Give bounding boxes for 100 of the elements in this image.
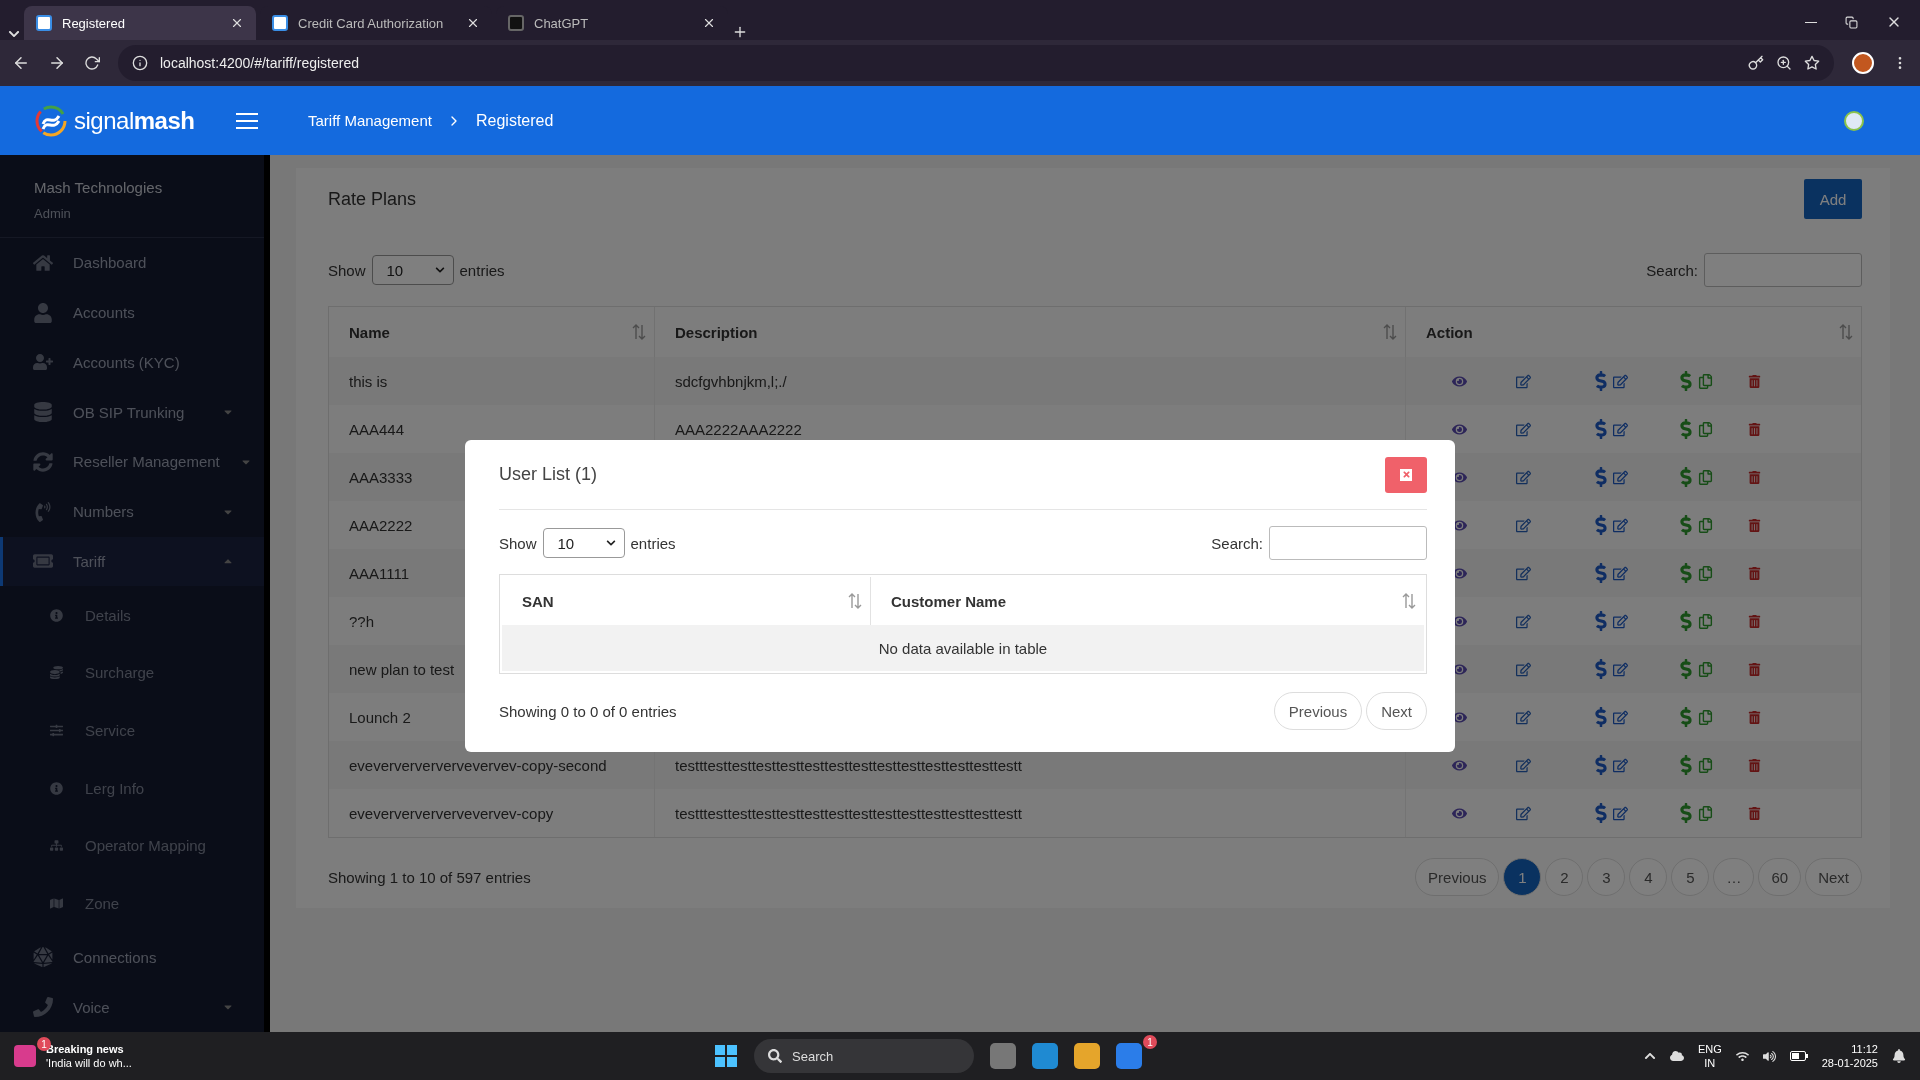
profile-avatar[interactable] xyxy=(1852,52,1874,74)
volume-icon xyxy=(1762,1049,1776,1063)
favicon-icon xyxy=(36,15,52,31)
breadcrumb-link[interactable]: Registered xyxy=(475,111,554,130)
app-icon[interactable] xyxy=(990,1043,1016,1069)
phone-icon xyxy=(33,501,53,522)
chevron-down-icon xyxy=(605,538,616,548)
sidebar-item[interactable]: Numbers xyxy=(0,486,264,537)
column-header[interactable]: Customer Name xyxy=(871,577,1424,625)
star-icon xyxy=(1804,55,1820,71)
search-label: Search: xyxy=(1211,534,1263,552)
new-tab-icon xyxy=(732,24,748,40)
page-button[interactable]: 4 xyxy=(1629,858,1668,896)
database-icon xyxy=(33,402,53,423)
org-name: Mash Technologies xyxy=(34,179,164,196)
hexagon-icon xyxy=(33,947,53,968)
page-button[interactable]: 2 xyxy=(1545,858,1584,896)
page-button[interactable]: 3 xyxy=(1587,858,1626,896)
map-icon xyxy=(50,897,63,911)
sort-icon[interactable] xyxy=(632,324,646,340)
region[interactable]: IN xyxy=(1704,1057,1716,1069)
close-icon xyxy=(466,16,480,30)
info-icon xyxy=(132,55,148,71)
page-button[interactable]: Previous xyxy=(1415,858,1500,896)
column-header[interactable]: Action xyxy=(1406,307,1861,357)
clock[interactable]: 11:12 xyxy=(1851,1043,1878,1055)
date[interactable]: 28-01-2025 xyxy=(1821,1057,1878,1069)
page-button[interactable]: 5 xyxy=(1671,858,1710,896)
card-title: Rate Plans xyxy=(328,188,417,210)
key-icon xyxy=(1748,55,1764,71)
user-icon xyxy=(33,302,53,323)
search-field[interactable] xyxy=(1704,253,1862,287)
info-icon xyxy=(50,781,63,795)
user-plus-icon xyxy=(33,352,53,373)
sidebar-item[interactable]: Reseller Management xyxy=(0,437,264,487)
sidebar-item[interactable]: Connections xyxy=(0,932,264,983)
page-length-select[interactable]: 10 xyxy=(371,255,454,285)
table-cell: testttesttesttesttesttesttesttesttesttesttesttesttesttestt xyxy=(655,789,1406,837)
cloud-icon xyxy=(1669,1049,1684,1063)
tab-list-icon xyxy=(8,28,20,40)
taskbar-search[interactable]: Search xyxy=(754,1039,974,1073)
sidebar-item[interactable]: OB SIP Trunking xyxy=(0,387,264,437)
zoom-icon xyxy=(1776,55,1792,71)
sidebar-item[interactable]: Dashboard xyxy=(0,238,264,288)
search-label: Search: xyxy=(1646,261,1698,279)
sort-icon[interactable] xyxy=(848,593,862,609)
coins-icon xyxy=(50,666,63,680)
show-label: Show xyxy=(328,261,366,279)
page-button[interactable]: Next xyxy=(1366,692,1427,730)
chevron-up-icon xyxy=(1643,1050,1656,1062)
notification-badge: 1 xyxy=(1143,1035,1157,1049)
search-field[interactable] xyxy=(1269,526,1427,560)
sort-icon[interactable] xyxy=(1839,324,1853,340)
sidebar-item[interactable]: Accounts xyxy=(0,287,264,338)
modal-title: User List (1) xyxy=(499,464,597,485)
app-icon[interactable] xyxy=(1116,1043,1142,1069)
sitemap-icon xyxy=(50,839,63,853)
page-button[interactable]: 60 xyxy=(1758,858,1802,896)
sliders-icon xyxy=(50,724,63,737)
minimize-icon[interactable] xyxy=(1805,21,1817,23)
windows-icon[interactable] xyxy=(714,1044,738,1068)
sync-icon xyxy=(33,451,53,472)
user-avatar[interactable] xyxy=(1844,110,1864,131)
phone-icon xyxy=(33,997,53,1018)
favicon-icon xyxy=(508,15,524,31)
table-cell: eveververververvevervev-copy xyxy=(329,789,655,837)
battery-icon[interactable] xyxy=(1789,1051,1808,1061)
chevron-down-icon xyxy=(434,265,445,275)
close-icon xyxy=(230,16,244,30)
breadcrumb-link[interactable]: Tariff Management xyxy=(308,112,432,129)
show-label: Show xyxy=(499,534,537,552)
sort-icon[interactable] xyxy=(1402,593,1416,609)
add-button[interactable]: Add xyxy=(1804,179,1862,219)
favicon-icon xyxy=(272,15,288,31)
empty-message: No data available in table xyxy=(877,638,1049,659)
reload-icon xyxy=(84,55,100,71)
search-icon xyxy=(768,1049,782,1063)
sidebar-item[interactable]: Tariff xyxy=(0,536,264,587)
back-icon xyxy=(12,54,30,72)
browser-tab[interactable]: Registered xyxy=(24,6,256,40)
page-button[interactable]: 1 xyxy=(1503,858,1542,896)
menu-icon[interactable] xyxy=(236,112,259,129)
news-headline: 'India will do wh... xyxy=(46,1057,132,1069)
language[interactable]: ENG xyxy=(1697,1043,1722,1055)
page-button[interactable]: … xyxy=(1713,858,1755,896)
page-button[interactable]: Previous xyxy=(1273,692,1363,730)
notification-icon xyxy=(1892,1049,1906,1063)
page-button[interactable]: Next xyxy=(1805,858,1862,896)
close-button[interactable] xyxy=(1385,456,1427,493)
entries-label: entries xyxy=(459,261,505,279)
news-icon[interactable] xyxy=(14,1045,36,1067)
news-title: Breaking news xyxy=(46,1043,125,1055)
wifi-icon xyxy=(1735,1049,1749,1063)
app-icon[interactable] xyxy=(1032,1043,1058,1069)
sidebar-item[interactable]: Accounts (KYC) xyxy=(0,337,264,388)
sort-icon[interactable] xyxy=(1383,324,1397,340)
logo-icon xyxy=(34,103,68,138)
sidebar-item[interactable]: Voice xyxy=(0,982,264,1032)
user-role: Admin xyxy=(34,206,72,221)
page-length-select[interactable]: 10 xyxy=(542,528,625,558)
